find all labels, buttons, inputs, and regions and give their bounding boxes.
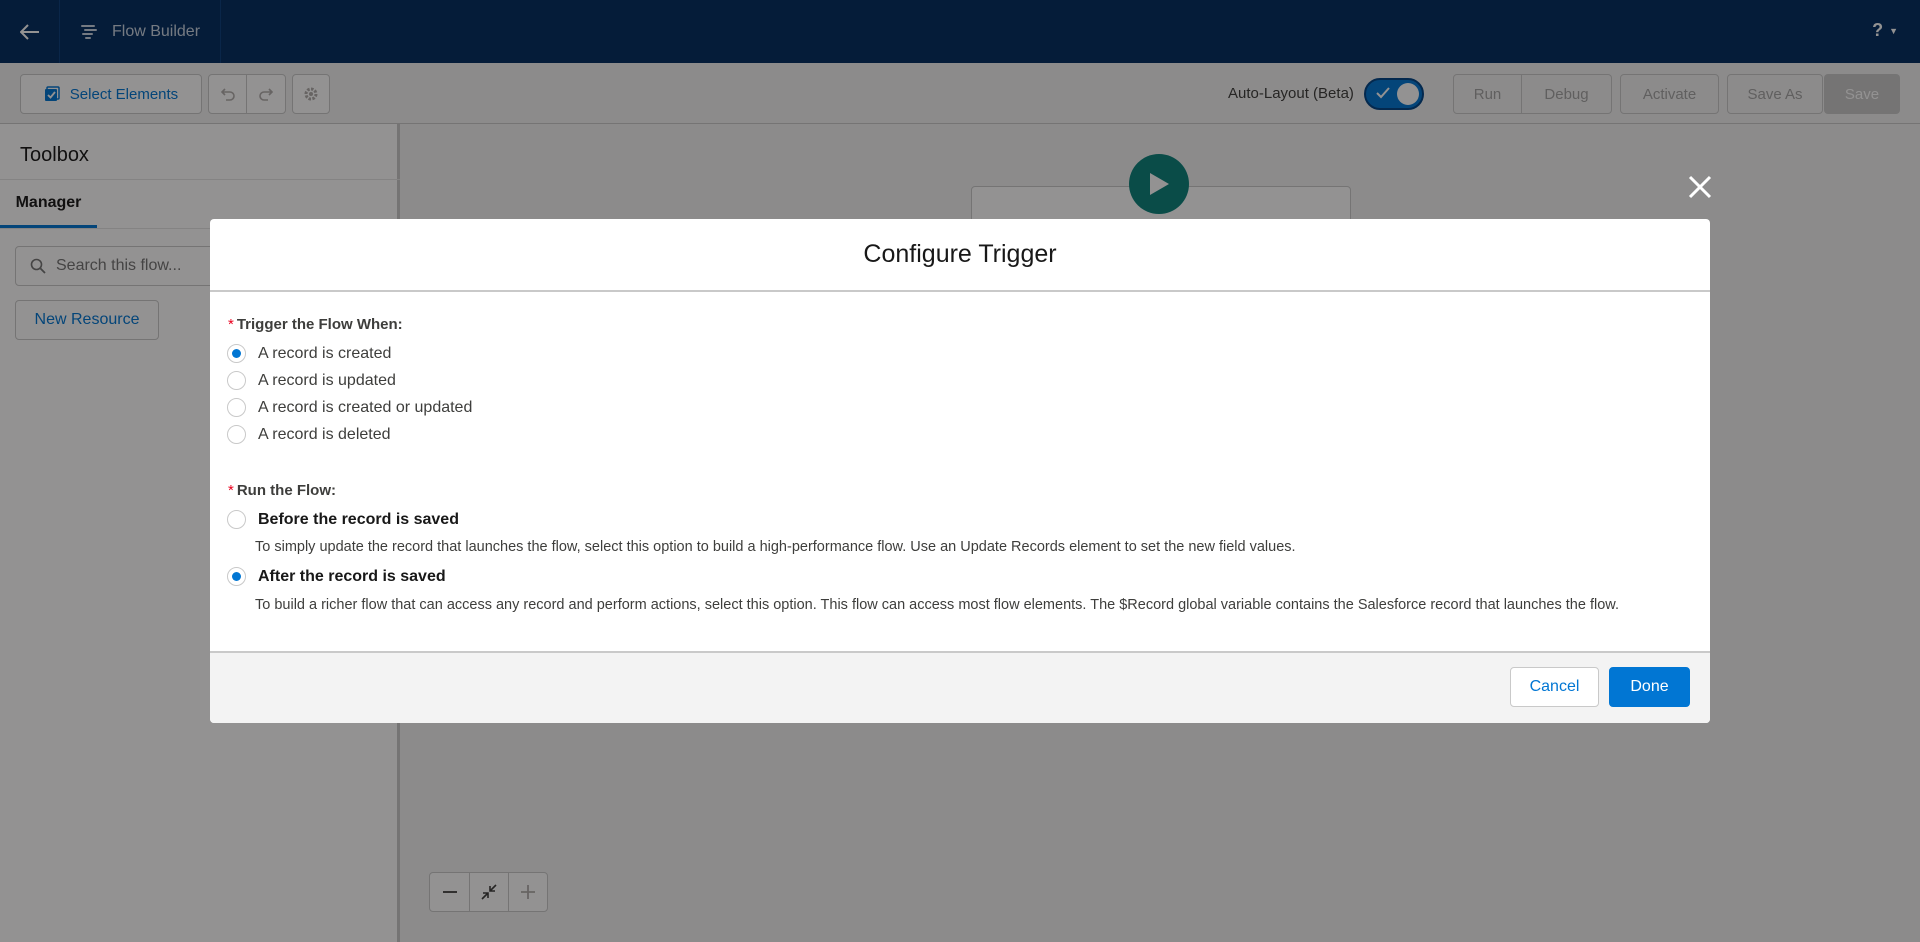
trigger-field-label: * Trigger the Flow When: <box>228 316 403 333</box>
close-icon <box>1688 175 1712 199</box>
run-option-help-text: To simply update the record that launche… <box>255 539 1296 555</box>
required-marker: * <box>228 316 234 333</box>
done-button[interactable]: Done <box>1609 667 1690 707</box>
radio-label: A record is created <box>258 344 392 362</box>
trigger-option-created-or-updated[interactable]: A record is created or updated <box>227 398 472 417</box>
radio-label: A record is updated <box>258 371 396 389</box>
configure-trigger-modal: Configure Trigger * Trigger the Flow When… <box>210 219 1710 723</box>
radio-label: After the record is saved <box>258 567 446 585</box>
trigger-option-created[interactable]: A record is created <box>227 344 391 363</box>
modal-body: * Trigger the Flow When: A record is crea… <box>210 292 1710 653</box>
close-modal-button[interactable] <box>1685 172 1715 202</box>
run-option-help-text: To build a richer flow that can access a… <box>255 597 1619 613</box>
cancel-button[interactable]: Cancel <box>1510 667 1599 707</box>
radio-button[interactable] <box>227 510 246 529</box>
radio-button[interactable] <box>227 344 246 363</box>
radio-button[interactable] <box>227 398 246 417</box>
trigger-option-deleted[interactable]: A record is deleted <box>227 425 391 444</box>
run-option-before-save[interactable]: Before the record is saved <box>227 510 459 529</box>
radio-button[interactable] <box>227 567 246 586</box>
radio-label: Before the record is saved <box>258 510 459 528</box>
radio-button[interactable] <box>227 425 246 444</box>
modal-footer: Cancel Done <box>210 651 1710 723</box>
run-field-label: * Run the Flow: <box>228 482 336 499</box>
run-option-after-save[interactable]: After the record is saved <box>227 567 446 586</box>
radio-button[interactable] <box>227 371 246 390</box>
trigger-option-updated[interactable]: A record is updated <box>227 371 396 390</box>
radio-label: A record is deleted <box>258 425 391 443</box>
modal-title: Configure Trigger <box>210 219 1710 292</box>
required-marker: * <box>228 482 234 499</box>
radio-label: A record is created or updated <box>258 398 473 416</box>
